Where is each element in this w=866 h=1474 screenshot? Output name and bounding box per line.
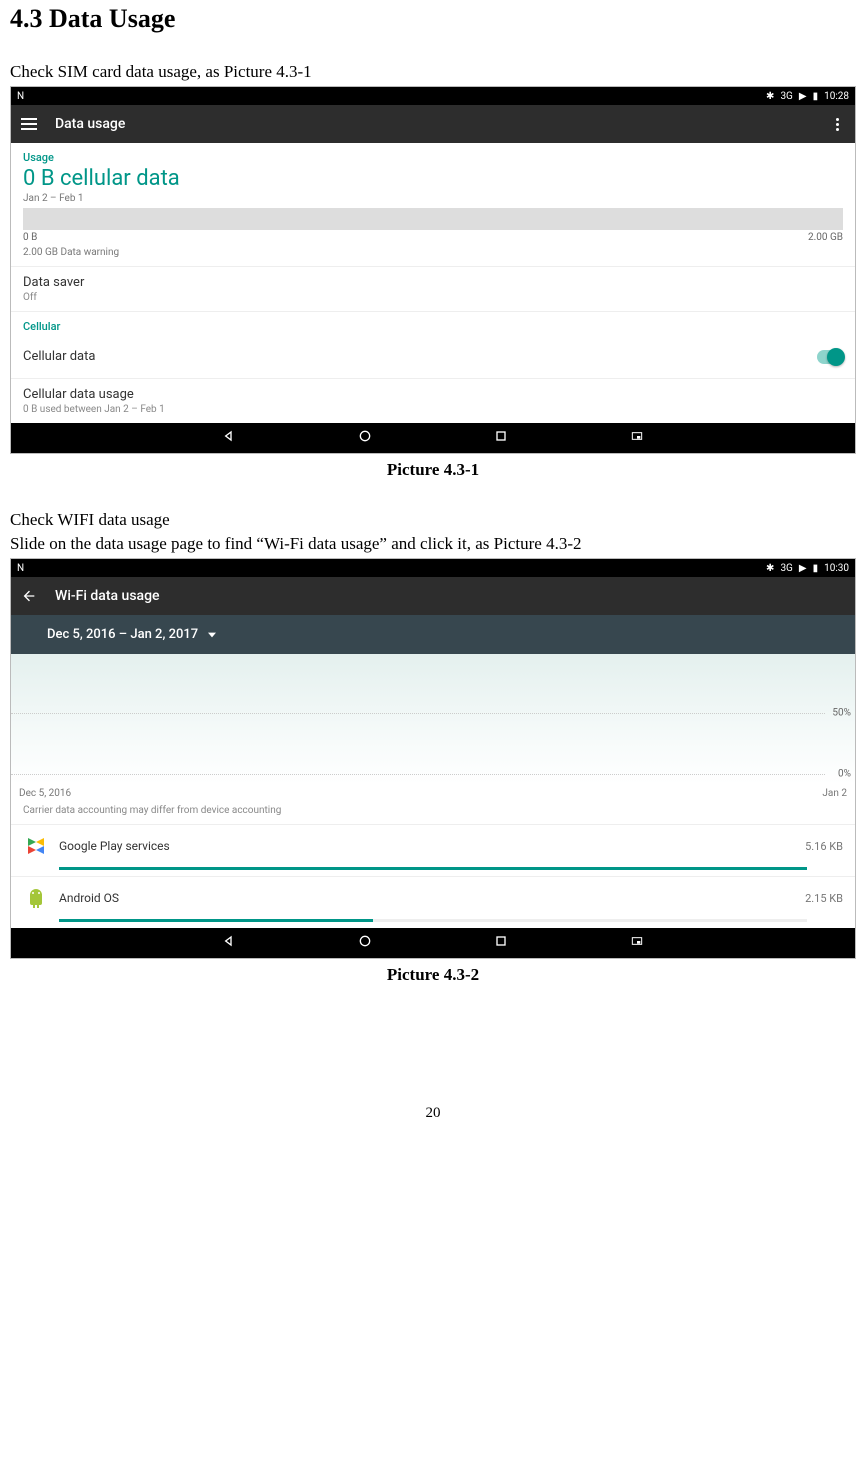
chart-x-labels: Dec 5, 2016 Jan 2: [11, 784, 855, 801]
x-end: Jan 2: [822, 788, 847, 799]
date-range-label: Dec 5, 2016 – Jan 2, 2017: [47, 627, 198, 642]
usage-range: Jan 2 – Feb 1: [23, 193, 843, 204]
app-usage-item[interactable]: Google Play services 5.16 KB: [11, 825, 855, 870]
cellular-section-label: Cellular: [11, 312, 855, 335]
app-bar-title: Wi-Fi data usage: [55, 588, 160, 604]
cellular-data-label: Cellular data: [23, 349, 95, 364]
cdu-title: Cellular data usage: [23, 387, 843, 402]
usage-section[interactable]: Usage 0 B cellular data Jan 2 – Feb 1 0 …: [11, 143, 855, 266]
cellular-label: Cellular: [23, 320, 843, 333]
status-left-icon: N: [17, 91, 24, 102]
network-type: 3G: [780, 563, 792, 574]
usage-bar: [23, 208, 843, 230]
x-start: Dec 5, 2016: [19, 788, 71, 799]
chart-note: Carrier data accounting may differ from …: [11, 801, 855, 825]
cdu-sub: 0 B used between Jan 2 – Feb 1: [23, 404, 843, 415]
cellular-data-usage-row[interactable]: Cellular data usage 0 B used between Jan…: [11, 379, 855, 423]
caption-2: Picture 4.3-2: [10, 965, 856, 985]
app-name: Google Play services: [59, 839, 795, 853]
data-saver-title: Data saver: [23, 275, 843, 290]
clock: 10:28: [824, 91, 849, 102]
data-saver-row[interactable]: Data saver Off: [11, 266, 855, 312]
usage-amount: 0 B cellular data: [23, 166, 843, 191]
app-usage-bar: [59, 867, 807, 870]
network-type: 3G: [780, 91, 792, 102]
usage-bar-labels: 0 B 2.00 GB: [23, 232, 843, 243]
app-bar-title: Data usage: [55, 116, 811, 132]
back-arrow-icon[interactable]: [21, 588, 37, 604]
app-usage-bar: [59, 919, 807, 922]
status-bar: N ✱ 3G ▶ ▮ 10:30: [11, 559, 855, 577]
date-range-dropdown[interactable]: Dec 5, 2016 – Jan 2, 2017: [11, 615, 855, 654]
nav-extra-icon[interactable]: [629, 428, 645, 448]
nav-recent-icon[interactable]: [493, 933, 509, 953]
app-name: Android OS: [59, 891, 795, 905]
status-left-icon: N: [17, 563, 24, 574]
data-warning: 2.00 GB Data warning: [23, 247, 843, 258]
data-saver-value: Off: [23, 292, 843, 303]
nav-back-icon[interactable]: [221, 428, 237, 448]
intro-text-2b: Slide on the data usage page to find “Wi…: [10, 534, 856, 554]
intro-text-1: Check SIM card data usage, as Picture 4.…: [10, 62, 856, 82]
app-bar: Wi-Fi data usage: [11, 577, 855, 615]
nav-home-icon[interactable]: [357, 428, 373, 448]
battery-icon: ▮: [813, 563, 819, 574]
app-size: 5.16 KB: [805, 840, 843, 853]
nav-recent-icon[interactable]: [493, 428, 509, 448]
bluetooth-icon: ✱: [766, 91, 774, 102]
usage-chart: 50% 0%: [11, 654, 855, 784]
screenshot-wifi-usage: N ✱ 3G ▶ ▮ 10:30 Wi-Fi data usage Dec 5,…: [10, 558, 856, 959]
usage-label: Usage: [23, 151, 843, 164]
app-usage-item[interactable]: Android OS 2.15 KB: [11, 877, 855, 922]
google-play-services-icon: [23, 833, 49, 859]
signal-icon: ▶: [799, 563, 807, 574]
clock: 10:30: [824, 563, 849, 574]
signal-icon: ▶: [799, 91, 807, 102]
bar-min: 0 B: [23, 232, 37, 243]
cellular-data-row[interactable]: Cellular data: [11, 335, 855, 379]
bar-max: 2.00 GB: [808, 232, 843, 243]
bluetooth-icon: ✱: [766, 563, 774, 574]
y-tick-50: 50%: [832, 707, 851, 718]
page-number: 20: [10, 1105, 856, 1122]
caption-1: Picture 4.3-1: [10, 460, 856, 480]
app-bar: Data usage: [11, 105, 855, 143]
hamburger-icon[interactable]: [21, 118, 37, 130]
nav-home-icon[interactable]: [357, 933, 373, 953]
nav-extra-icon[interactable]: [629, 933, 645, 953]
app-size: 2.15 KB: [805, 892, 843, 905]
nav-back-icon[interactable]: [221, 933, 237, 953]
intro-text-2a: Check WIFI data usage: [10, 510, 856, 530]
android-os-icon: [23, 885, 49, 911]
dropdown-caret-icon: [208, 631, 216, 639]
overflow-menu-icon[interactable]: [829, 118, 845, 131]
y-tick-0: 0%: [838, 768, 851, 779]
status-bar: N ✱ 3G ▶ ▮ 10:28: [11, 87, 855, 105]
section-title: 4.3 Data Usage: [10, 4, 856, 34]
screenshot-data-usage: N ✱ 3G ▶ ▮ 10:28 Data usage Usage 0 B ce…: [10, 86, 856, 454]
battery-icon: ▮: [813, 91, 819, 102]
cellular-data-toggle[interactable]: [817, 350, 843, 364]
system-nav-bar: [11, 928, 855, 958]
system-nav-bar: [11, 423, 855, 453]
